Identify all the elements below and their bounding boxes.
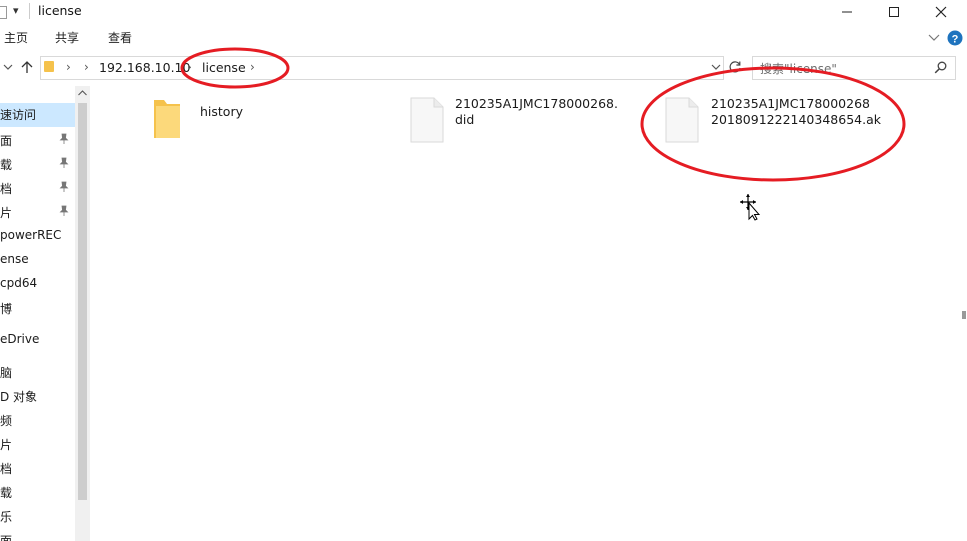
resize-grip[interactable] bbox=[962, 311, 966, 319]
nav-item-label: ense bbox=[0, 252, 29, 266]
refresh-icon[interactable] bbox=[728, 60, 742, 74]
scroll-up-icon[interactable] bbox=[78, 90, 87, 96]
nav-item-label: 乐 bbox=[0, 510, 13, 524]
nav-item-label: 面 bbox=[0, 134, 13, 148]
minimize-button[interactable] bbox=[824, 0, 870, 24]
nav-item-downloads-pc[interactable]: 载 bbox=[0, 484, 12, 501]
nav-item-pictures[interactable]: 片 bbox=[0, 204, 12, 221]
nav-item-powerrec[interactable]: powerREC bbox=[0, 228, 61, 242]
up-arrow-icon[interactable] bbox=[20, 60, 34, 74]
close-button[interactable] bbox=[918, 0, 964, 24]
title-bar: ▾ license bbox=[0, 0, 967, 24]
nav-item-desktop-pc[interactable]: 面 bbox=[0, 532, 12, 541]
search-icon[interactable] bbox=[934, 61, 947, 74]
breadcrumb-item-host[interactable]: 192.168.10.10 bbox=[99, 60, 190, 75]
nav-item-pictures-pc[interactable]: 片 bbox=[0, 436, 12, 453]
file-name-ak-line1[interactable]: 210235A1JMC178000268 bbox=[711, 96, 870, 112]
move-cursor-icon bbox=[740, 194, 761, 221]
qat-dropdown-icon[interactable]: ▾ bbox=[13, 4, 19, 17]
nav-item-label: 档 bbox=[0, 462, 13, 476]
pin-icon bbox=[59, 181, 69, 192]
nav-item-label: 博 bbox=[0, 302, 13, 316]
pin-icon bbox=[59, 133, 69, 144]
nav-item-label: 脑 bbox=[0, 366, 13, 380]
nav-item-label: 片 bbox=[0, 206, 13, 220]
nav-item-3d-objects[interactable]: D 对象 bbox=[0, 388, 37, 405]
nav-item-label: powerREC bbox=[0, 228, 62, 242]
file-item-did[interactable] bbox=[410, 97, 446, 145]
search-input[interactable]: 搜索"license" bbox=[760, 60, 837, 77]
maximize-icon bbox=[889, 7, 899, 17]
nav-item-label: 速访问 bbox=[0, 108, 37, 122]
file-name-did-line1[interactable]: 210235A1JMC178000268. bbox=[455, 96, 618, 112]
nav-item-label: 载 bbox=[0, 158, 13, 172]
folder-icon bbox=[154, 100, 180, 138]
nav-item-documents[interactable]: 档 bbox=[0, 180, 12, 197]
nav-item-music[interactable]: 乐 bbox=[0, 508, 12, 525]
tab-home[interactable]: 主页 bbox=[4, 29, 28, 46]
nav-item-label: 档 bbox=[0, 182, 13, 196]
file-name-ak-line2[interactable]: 2018091222140348654.ak bbox=[711, 112, 881, 128]
folder-location-icon bbox=[44, 61, 54, 72]
address-dropdown-icon[interactable] bbox=[711, 64, 721, 72]
navigation-pane: 速访问 面 载 档 片 powerREC ense cpd64 博 eDrive… bbox=[0, 86, 75, 541]
nav-item-documents-pc[interactable]: 档 bbox=[0, 460, 12, 477]
nav-item-label: 载 bbox=[0, 486, 13, 500]
nav-item-bo[interactable]: 博 bbox=[0, 300, 12, 317]
tab-view[interactable]: 查看 bbox=[108, 29, 132, 46]
file-item-ak[interactable] bbox=[665, 97, 701, 145]
file-item-history[interactable] bbox=[150, 96, 190, 146]
nav-item-license[interactable]: ense bbox=[0, 252, 29, 266]
svg-text:?: ? bbox=[952, 34, 959, 46]
nav-item-label: D 对象 bbox=[0, 390, 38, 404]
breadcrumb-chevron-icon[interactable]: › bbox=[66, 60, 71, 74]
document-icon bbox=[665, 97, 699, 143]
title-divider bbox=[29, 3, 30, 19]
nav-item-desktop[interactable]: 面 bbox=[0, 132, 12, 149]
nav-item-label: 片 bbox=[0, 438, 13, 452]
nav-item-this-pc[interactable]: 脑 bbox=[0, 364, 12, 381]
nav-item-label: 频 bbox=[0, 414, 13, 428]
app-icon bbox=[0, 6, 7, 19]
close-icon bbox=[935, 6, 947, 18]
minimize-icon bbox=[842, 11, 852, 13]
nav-item-label: 面 bbox=[0, 534, 13, 541]
document-icon bbox=[410, 97, 444, 143]
nav-scrollbar-thumb[interactable] bbox=[78, 103, 87, 500]
nav-item-videos[interactable]: 频 bbox=[0, 412, 12, 429]
annotation-layer bbox=[180, 47, 906, 182]
nav-item-cpd64[interactable]: cpd64 bbox=[0, 276, 37, 290]
nav-item-label: cpd64 bbox=[0, 276, 38, 290]
maximize-button[interactable] bbox=[871, 0, 917, 24]
window-title: license bbox=[38, 3, 82, 18]
pin-icon bbox=[59, 157, 69, 168]
breadcrumb-chevron-icon[interactable]: › bbox=[250, 60, 255, 74]
breadcrumb-chevron-icon[interactable]: › bbox=[187, 60, 192, 74]
recent-locations-icon[interactable] bbox=[3, 64, 13, 72]
nav-item-downloads[interactable]: 载 bbox=[0, 156, 12, 173]
nav-item-onedrive[interactable]: eDrive bbox=[0, 332, 39, 346]
file-name-did-line2[interactable]: did bbox=[455, 112, 474, 128]
nav-item-label: eDrive bbox=[0, 332, 40, 346]
nav-item-quick-access[interactable]: 速访问 bbox=[0, 103, 75, 127]
pin-icon bbox=[59, 205, 69, 216]
tab-share[interactable]: 共享 bbox=[55, 29, 79, 46]
help-icon[interactable]: ? bbox=[947, 30, 963, 46]
breadcrumb-chevron-icon[interactable]: › bbox=[84, 60, 89, 74]
file-name-history[interactable]: history bbox=[200, 104, 243, 120]
ribbon-expand-icon[interactable] bbox=[928, 34, 940, 42]
breadcrumb-item-license[interactable]: license bbox=[202, 60, 246, 75]
